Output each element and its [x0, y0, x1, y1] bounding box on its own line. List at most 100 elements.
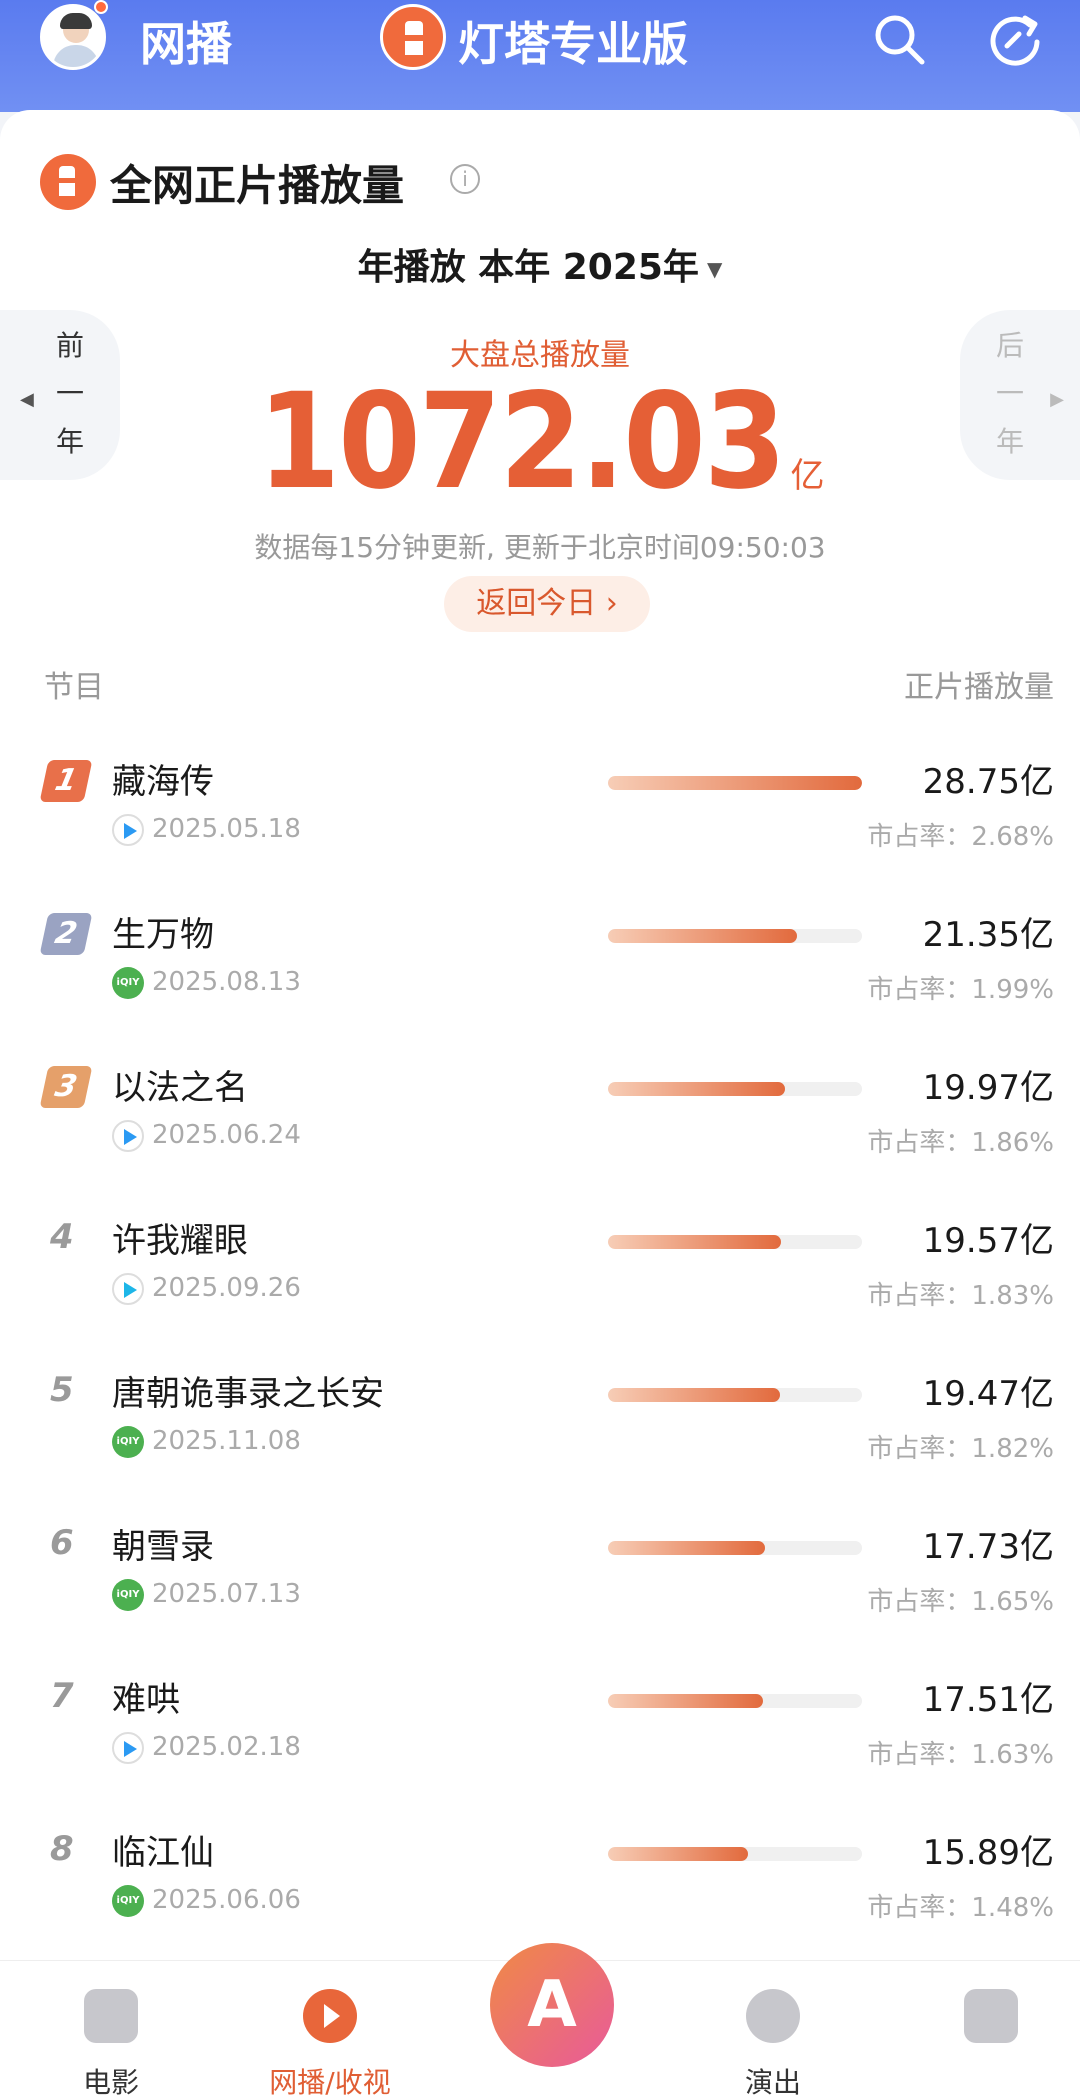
iqiyi-platform-icon: iQIY — [112, 967, 144, 999]
ranking-row[interactable]: 2 生万物 iQIY 2025.08.13 21.35亿市占率：1.99% — [0, 903, 1080, 1056]
dropdown-arrow-icon: ▼ — [706, 257, 723, 281]
update-note: 数据每15分钟更新, 更新于北京时间09:50:03 — [254, 531, 826, 564]
info-icon[interactable]: i — [450, 164, 480, 194]
release-date: 2025.02.18 — [152, 1732, 301, 1762]
ranking-list: 1 藏海传 2025.05.18 28.75亿市占率：2.68% 2 生万物 iQIY 202… — [0, 750, 1080, 1974]
tencent-platform-icon — [112, 814, 144, 846]
top-bar: 网播 灯塔专业版 — [0, 0, 1080, 112]
play-count: 21.35亿 — [922, 915, 1054, 955]
play-bar-fill — [608, 929, 797, 943]
ranking-row[interactable]: 6 朝雪录 iQIY 2025.07.13 17.73亿 市占率：1.65% — [0, 1515, 1080, 1668]
ranking-row[interactable]: 4 许我耀眼 2025.09.26 19.57亿 市占率：1.83% — [0, 1209, 1080, 1362]
market-share: 市占率：1.82% — [867, 1434, 1054, 1464]
play-count: 28.75亿 — [922, 762, 1054, 802]
tencent-platform-icon — [112, 1732, 144, 1764]
page-title: 全网正片播放量 — [110, 161, 405, 210]
lighthouse-stripe — [59, 178, 75, 183]
lighthouse-stripe — [405, 35, 423, 41]
play-count: 17.73亿 — [922, 1527, 1054, 1567]
nav-movie[interactable]: 电影 — [36, 1989, 186, 2099]
movie-icon — [84, 1989, 138, 2043]
rank-badge: 3 — [39, 1066, 93, 1108]
search-icon[interactable] — [870, 10, 930, 70]
lighthouse-logo-icon — [380, 4, 446, 70]
iqiyi-platform-icon: iQIY — [112, 1885, 144, 1917]
avatar-hair — [60, 13, 92, 29]
rank-number: 8 — [50, 1829, 74, 1869]
nav-label: 演出 — [744, 2066, 801, 2099]
nav-show[interactable]: 演出 — [698, 1989, 848, 2099]
total-value: 1072.03 亿 — [0, 365, 1080, 519]
avatar-body — [53, 45, 99, 67]
release-date: 2025.11.08 — [152, 1426, 301, 1456]
ranking-row[interactable]: 5 唐朝诡事录之长安 iQIY 2025.11.08 19.47亿 市占率：1.82% — [0, 1362, 1080, 1515]
period-selector[interactable]: 年播放 本年 2025年 ▼ — [0, 238, 1080, 290]
period-label: 年播放 本年 2025年 — [357, 247, 699, 288]
tencent-platform-icon — [112, 1120, 144, 1152]
tab-netplay[interactable]: 网播 — [140, 8, 232, 74]
user-avatar[interactable] — [40, 4, 106, 70]
show-name: 生万物 — [112, 915, 214, 955]
play-bar-fill — [608, 776, 862, 790]
nav-netplay[interactable]: 网播/收视 — [255, 1989, 405, 2099]
market-share: 市占率：1.99% — [867, 975, 1054, 1005]
play-icon — [303, 1989, 357, 2043]
play-bar-track — [608, 1235, 862, 1249]
rank-number: 4 — [50, 1217, 74, 1257]
nav-label: 网播/收视 — [269, 2066, 391, 2099]
play-count: 19.97亿 — [922, 1068, 1054, 1108]
total-number: 1072.03 — [257, 365, 787, 519]
show-name: 许我耀眼 — [112, 1221, 248, 1261]
play-bar-fill — [608, 1235, 781, 1249]
release-date: 2025.06.24 — [152, 1120, 301, 1150]
play-bar-fill — [608, 1388, 780, 1402]
market-share: 市占率：1.86% — [867, 1128, 1054, 1158]
show-name: 唐朝诡事录之长安 — [112, 1374, 384, 1414]
market-share: 市占率：2.68% — [867, 822, 1054, 852]
rank-badge: 2 — [39, 913, 93, 955]
ranking-row[interactable]: 3 以法之名 2025.06.24 19.97亿市占率：1.86% — [0, 1056, 1080, 1209]
show-name: 以法之名 — [112, 1068, 248, 1108]
youku-platform-icon — [112, 1273, 144, 1305]
play-count: 19.57亿 — [922, 1221, 1054, 1261]
play-count: 17.51亿 — [922, 1680, 1054, 1720]
refresh-icon[interactable] — [985, 10, 1045, 70]
play-bar-track — [608, 776, 862, 790]
column-header-plays[interactable]: 正片播放量 — [904, 662, 1054, 706]
release-date: 2025.09.26 — [152, 1273, 301, 1303]
play-count: 15.89亿 — [922, 1833, 1054, 1873]
play-bar-track — [608, 1541, 862, 1555]
rank-number: 5 — [50, 1370, 74, 1410]
release-date: 2025.06.06 — [152, 1885, 301, 1915]
lighthouse-logo-icon — [40, 154, 96, 210]
release-date: 2025.08.13 — [152, 967, 301, 997]
play-bar-fill — [608, 1694, 763, 1708]
back-today-button[interactable]: 返回今日 › — [444, 576, 650, 632]
bottom-nav: 电影 网播/收视 A 演出 — [0, 1943, 1080, 2099]
rank-badge: 1 — [39, 760, 93, 802]
brand-title: 灯塔专业版 — [458, 17, 688, 71]
play-bar-fill — [608, 1082, 785, 1096]
nav-doc[interactable] — [916, 1989, 1066, 2061]
play-bar-fill — [608, 1541, 765, 1555]
rank-number: 6 — [50, 1523, 74, 1563]
ranking-row[interactable]: 1 藏海传 2025.05.18 28.75亿市占率：2.68% — [0, 750, 1080, 903]
release-date: 2025.07.13 — [152, 1579, 301, 1609]
nav-label: 电影 — [82, 2066, 139, 2099]
ai-icon[interactable]: A — [490, 1943, 614, 2067]
show-name: 临江仙 — [112, 1833, 214, 1873]
play-bar-track — [608, 1847, 862, 1861]
rank-number: 7 — [50, 1676, 74, 1716]
mic-icon — [746, 1989, 800, 2043]
market-share: 市占率：1.48% — [867, 1893, 1054, 1923]
release-date: 2025.05.18 — [152, 814, 301, 844]
play-count: 19.47亿 — [922, 1374, 1054, 1414]
play-bar-track — [608, 929, 862, 943]
market-share: 市占率：1.65% — [867, 1587, 1054, 1617]
play-bar-track — [608, 1694, 862, 1708]
ranking-row[interactable]: 7 难哄 2025.02.18 17.51亿 市占率：1.63% — [0, 1668, 1080, 1821]
show-name: 藏海传 — [112, 762, 214, 802]
play-bar-track — [608, 1388, 862, 1402]
main-card: 全网正片播放量 i 年播放 本年 2025年 ▼ ◀ 前 一 年 ▶ 后 一 年 … — [0, 110, 1080, 1960]
show-name: 难哄 — [112, 1680, 180, 1720]
